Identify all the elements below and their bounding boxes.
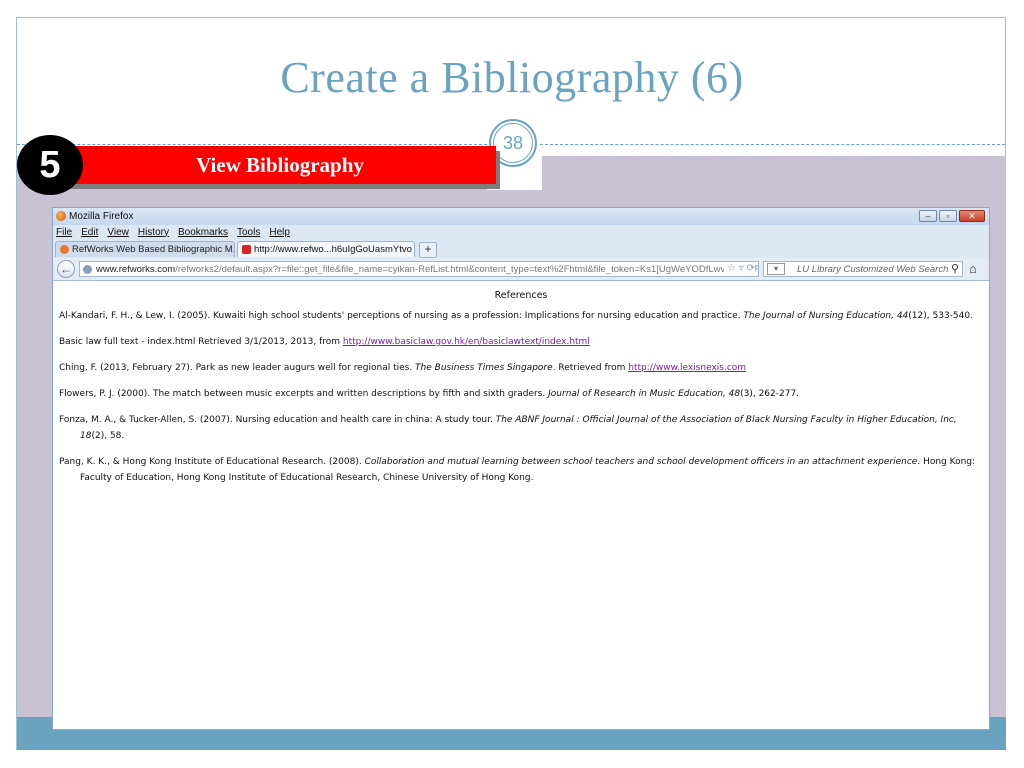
tab-bar: RefWorks Web Based Bibliographic M... × … bbox=[53, 239, 989, 258]
search-placeholder: LU Library Customized Web Search bbox=[797, 263, 949, 275]
reference-text: Flowers, P. J. (2000). The match between… bbox=[59, 389, 549, 399]
reference-details: (12), 533-540. bbox=[908, 311, 973, 321]
address-bar[interactable]: www.refworks.com/refworks2/default.aspx?… bbox=[79, 261, 759, 277]
reference-details: (2), 58. bbox=[91, 431, 125, 441]
menu-file[interactable]: File bbox=[56, 227, 72, 238]
references-heading: References bbox=[494, 290, 548, 301]
window-titlebar: Mozilla Firefox – ▫ ✕ bbox=[53, 208, 989, 225]
bookmark-star-icon[interactable]: ☆ bbox=[727, 263, 736, 274]
window-title: Mozilla Firefox bbox=[69, 211, 134, 222]
page-number: 38 bbox=[493, 123, 533, 163]
reference-text: Ching, F. (2013, February 27). Park as n… bbox=[59, 363, 416, 373]
menu-bookmarks[interactable]: Bookmarks bbox=[178, 227, 228, 238]
refworks-icon bbox=[60, 245, 69, 254]
back-button[interactable]: ← bbox=[57, 260, 75, 278]
document-icon bbox=[242, 245, 251, 254]
step-number-badge: 5 bbox=[17, 135, 83, 195]
reference-source: The Journal of Nursing Education, 44 bbox=[743, 311, 909, 321]
window-controls: – ▫ ✕ bbox=[919, 210, 985, 222]
reference-source: Journal of Research in Music Education, … bbox=[548, 389, 741, 399]
reference-text: Pang, K. K., & Hong Kong Institute of Ed… bbox=[59, 457, 365, 467]
reference-link[interactable]: http://www.basiclaw.gov.hk/en/basiclawte… bbox=[343, 337, 590, 347]
menu-help[interactable]: Help bbox=[269, 227, 290, 238]
title-divider-left bbox=[17, 144, 487, 145]
new-tab-button[interactable]: + bbox=[419, 242, 437, 258]
url-path: /refworks2/default.aspx?r=file::get_file… bbox=[175, 263, 759, 275]
tab-reference-list[interactable]: http://www.refwo...h6uIgGoUasmYtvo × bbox=[237, 241, 415, 257]
reference-item: Fonza, M. A., & Tucker-Allen, S. (2007).… bbox=[59, 412, 983, 444]
step-banner: View Bibliography bbox=[64, 146, 496, 184]
step-label: View Bibliography bbox=[196, 152, 364, 177]
reference-details: . Retrieved from bbox=[552, 363, 629, 373]
menu-bar: File Edit View History Bookmarks Tools H… bbox=[53, 225, 989, 239]
tab-label: http://www.refwo...h6uIgGoUasmYtvo bbox=[254, 244, 412, 255]
title-divider-right bbox=[540, 144, 1005, 145]
navigation-bar: ← www.refworks.com/refworks2/default.asp… bbox=[53, 258, 989, 281]
reference-source: The Business Times Singapore bbox=[415, 363, 553, 373]
search-bar[interactable]: ▾ LU Library Customized Web Search ⚲ bbox=[763, 261, 963, 277]
menu-edit[interactable]: Edit bbox=[81, 227, 98, 238]
page-number-badge: 38 bbox=[489, 119, 537, 167]
history-dropdown-icon[interactable]: ▿ bbox=[739, 263, 744, 274]
close-window-button[interactable]: ✕ bbox=[959, 210, 985, 222]
menu-history[interactable]: History bbox=[138, 227, 169, 238]
reference-item: Al-Kandari, F. H., & Lew, I. (2005). Kuw… bbox=[59, 308, 983, 324]
reference-item: Ching, F. (2013, February 27). Park as n… bbox=[59, 360, 983, 376]
reference-text: Fonza, M. A., & Tucker-Allen, S. (2007).… bbox=[59, 415, 496, 425]
search-icon[interactable]: ⚲ bbox=[951, 262, 959, 275]
maximize-button[interactable]: ▫ bbox=[939, 210, 957, 222]
firefox-icon bbox=[56, 211, 66, 221]
tab-close-icon[interactable]: × bbox=[412, 245, 414, 255]
reference-item: Flowers, P. J. (2000). The match between… bbox=[59, 386, 983, 402]
slide-title: Create a Bibliography (6) bbox=[280, 53, 744, 102]
reference-item: Basic law full text - index.html Retriev… bbox=[59, 334, 983, 350]
reload-icon[interactable]: ⟳ bbox=[747, 263, 755, 274]
reference-details: (3), 262-277. bbox=[740, 389, 800, 399]
home-icon[interactable]: ⌂ bbox=[969, 261, 977, 276]
menu-tools[interactable]: Tools bbox=[237, 227, 260, 238]
reference-item: Pang, K. K., & Hong Kong Institute of Ed… bbox=[59, 454, 983, 486]
reference-list-page: References Al-Kandari, F. H., & Lew, I. … bbox=[53, 290, 989, 486]
minimize-button[interactable]: – bbox=[919, 210, 937, 222]
url-controls: ☆ ▿ ⟳ bbox=[724, 263, 755, 274]
browser-window: Mozilla Firefox – ▫ ✕ File Edit View His… bbox=[52, 207, 990, 730]
tab-refworks[interactable]: RefWorks Web Based Bibliographic M... × bbox=[55, 241, 235, 257]
reference-text: Al-Kandari, F. H., & Lew, I. (2005). Kuw… bbox=[59, 311, 744, 321]
reference-source: Collaboration and mutual learning betwee… bbox=[364, 457, 918, 467]
search-engine-icon[interactable]: ▾ bbox=[767, 263, 785, 275]
tab-label: RefWorks Web Based Bibliographic M... bbox=[72, 244, 235, 255]
url-host: www.refworks.com bbox=[96, 263, 176, 275]
reference-link[interactable]: http://www.lexisnexis.com bbox=[628, 363, 746, 373]
reference-text: Basic law full text - index.html Retriev… bbox=[59, 337, 343, 347]
menu-view[interactable]: View bbox=[107, 227, 129, 238]
globe-icon bbox=[83, 264, 92, 274]
